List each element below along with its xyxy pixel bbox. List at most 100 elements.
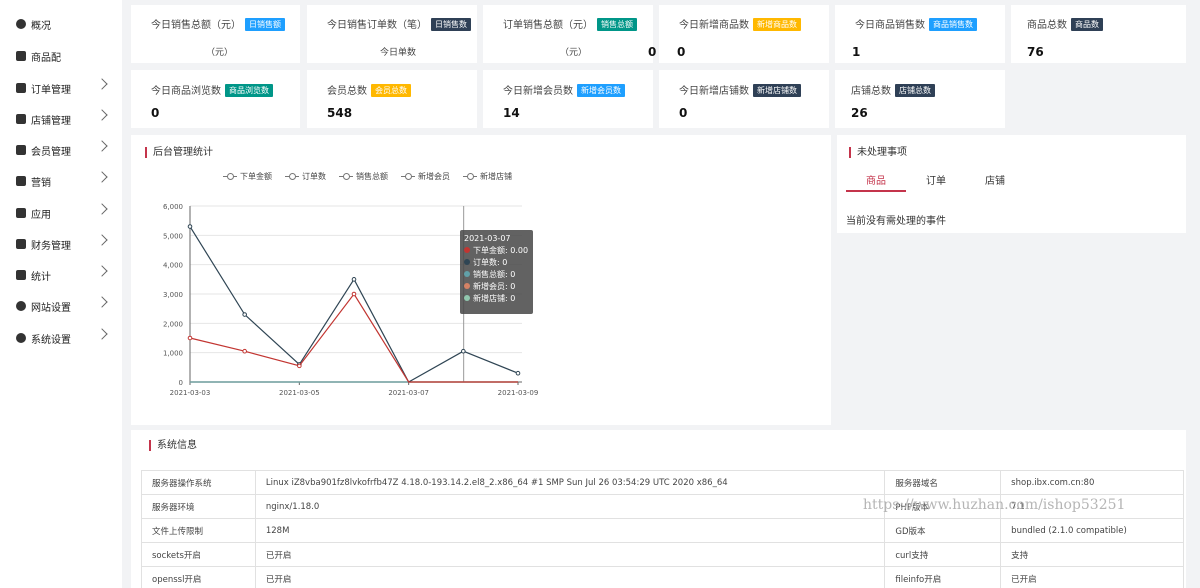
stat-card-total-products: 商品总数 商品数 76 [1011,5,1186,63]
tooltip-series-name: 订单数 [473,258,497,267]
table-row: 服务器操作系统 Linux iZ8vba901fz8lvkofrfb47Z 4.1… [141,470,1184,495]
tooltip-value: 0 [502,258,508,267]
legend-item[interactable]: 订单数 [285,171,326,182]
info-label-cell: GD版本 [884,518,1002,543]
stat-card-today-order-count: 今日销售订单数（笔） 日销售数 今日单数 [307,5,477,63]
stat-card-value: 76 [1027,45,1044,59]
info-value-cell: 支持 [1000,542,1184,567]
stat-card-title: 今日商品浏览数 商品浏览数 [151,82,273,97]
stat-badge: 新增店铺数 [753,84,801,97]
stat-badge: 销售总额 [597,18,637,31]
stat-badge: 会员总数 [371,84,411,97]
tab-products[interactable]: 商品 [846,172,906,192]
legend-marker-icon [401,173,415,180]
stat-badge: 新增商品数 [753,18,801,31]
sidebar-item-label: 商品配 [31,52,61,64]
sidebar-item-label: 财务管理 [31,240,71,252]
chevron-right-icon [96,171,108,183]
tooltip-dot-icon [464,295,470,301]
legend-marker-icon [285,173,299,180]
stat-card-title: 会员总数 会员总数 [327,82,411,97]
legend-label: 订单数 [302,172,326,181]
sidebar-item[interactable]: 应用 [0,199,122,227]
info-value-cell: nginx/1.18.0 [254,494,886,519]
sidebar: 概况商品配订单管理店铺管理会员管理营销应用财务管理统计网站设置系统设置 [0,0,122,588]
sidebar-item[interactable]: 订单管理 [0,74,122,102]
legend-label: 新增会员 [418,172,450,181]
stat-card-new-products: 今日新增商品数 新增商品数 0 [659,5,829,63]
legend-item[interactable]: 新增店铺 [463,171,512,182]
stat-badge: 新增会员数 [577,84,625,97]
sidebar-item-label: 系统设置 [31,334,71,346]
legend-marker-icon [463,173,477,180]
legend-label: 下单金额 [240,172,272,181]
sidebar-item[interactable]: 系统设置 [0,324,122,352]
chevron-right-icon [96,203,108,215]
stat-card-value: 0 [648,45,657,59]
box-icon [15,50,27,62]
info-label-cell: 服务器操作系统 [141,470,256,495]
legend-item[interactable]: 下单金额 [223,171,272,182]
stat-card-title: 店铺总数 店铺总数 [851,82,935,97]
stat-badge: 商品数 [1071,18,1103,31]
sidebar-item-label: 概况 [31,20,51,32]
sidebar-item[interactable]: 财务管理 [0,230,122,258]
stat-card-value: 0 [679,106,688,120]
sidebar-item-label: 营销 [31,177,51,189]
info-value-cell: 128M [254,518,886,543]
info-value-cell: 已开启 [254,566,886,588]
stat-card-today-sales-total: 今日销售总额（元） 日销售额 （元） [131,5,300,63]
marketing-icon [15,175,27,187]
sidebar-item[interactable]: 统计 [0,261,122,289]
stat-card-value: 0 [151,106,160,120]
finance-icon [15,238,27,250]
stat-card-title: 今日新增店铺数 新增店铺数 [679,82,801,97]
chevron-right-icon [96,234,108,246]
stat-card-unit: 今日单数 [380,48,417,58]
apps-icon [15,207,27,219]
chevron-right-icon [96,78,108,90]
sidebar-item[interactable]: 概况 [0,10,122,38]
stat-card-title: 商品总数 商品数 [1027,16,1103,31]
tooltip-series-name: 新增会员 [473,282,505,291]
legend-item[interactable]: 新增会员 [401,171,450,182]
legend-marker-icon [339,173,353,180]
stat-card-value: 548 [327,106,353,120]
sidebar-item[interactable]: 网站设置 [0,292,122,320]
info-label-cell: 文件上传限制 [141,518,256,543]
info-value-cell: 已开启 [254,542,886,567]
gear-icon [15,332,27,344]
todo-tabs: 商品 订单 店铺 [846,172,1010,194]
info-value-cell: shop.ibx.com.cn:80 [1000,470,1184,495]
stat-card-new-members: 今日新增会员数 新增会员数 14 [483,70,653,128]
sidebar-item[interactable]: 营销 [0,167,122,195]
tooltip-value: 0 [510,270,516,279]
sidebar-item[interactable]: 商品配 [0,42,122,70]
tab-stores[interactable]: 店铺 [980,172,1010,192]
chevron-right-icon [96,109,108,121]
tooltip-row: 订单数: 0 [464,257,529,269]
tooltip-dot-icon [464,283,470,289]
stat-card-title: 订单销售总额（元） 销售总额 [503,16,637,31]
sidebar-item[interactable]: 会员管理 [0,136,122,164]
sidebar-item-label: 应用 [31,209,51,221]
stat-badge: 店铺总数 [895,84,935,97]
store-icon [15,113,27,125]
todo-panel-title: 未处理事项 [849,147,907,158]
stat-card-product-sales: 今日商品销售数 商品销售数 1 [835,5,1005,63]
tab-orders[interactable]: 订单 [921,172,951,192]
legend-label: 销售总额 [356,172,388,181]
stat-card-total-stores: 店铺总数 店铺总数 26 [835,70,1005,128]
pie-chart-icon [15,18,27,30]
legend-item[interactable]: 销售总额 [339,171,388,182]
sidebar-item[interactable]: 店铺管理 [0,105,122,133]
info-label-cell: curl支持 [884,542,1002,567]
tooltip-dot-icon [464,247,470,253]
stats-icon [15,269,27,281]
tooltip-row: 新增店铺: 0 [464,293,529,305]
tooltip-series-name: 新增店铺 [473,294,505,303]
stat-badge: 商品浏览数 [225,84,273,97]
stat-card-product-views: 今日商品浏览数 商品浏览数 0 [131,70,300,128]
tooltip-row: 销售总额: 0 [464,269,529,281]
tooltip-dot-icon [464,259,470,265]
